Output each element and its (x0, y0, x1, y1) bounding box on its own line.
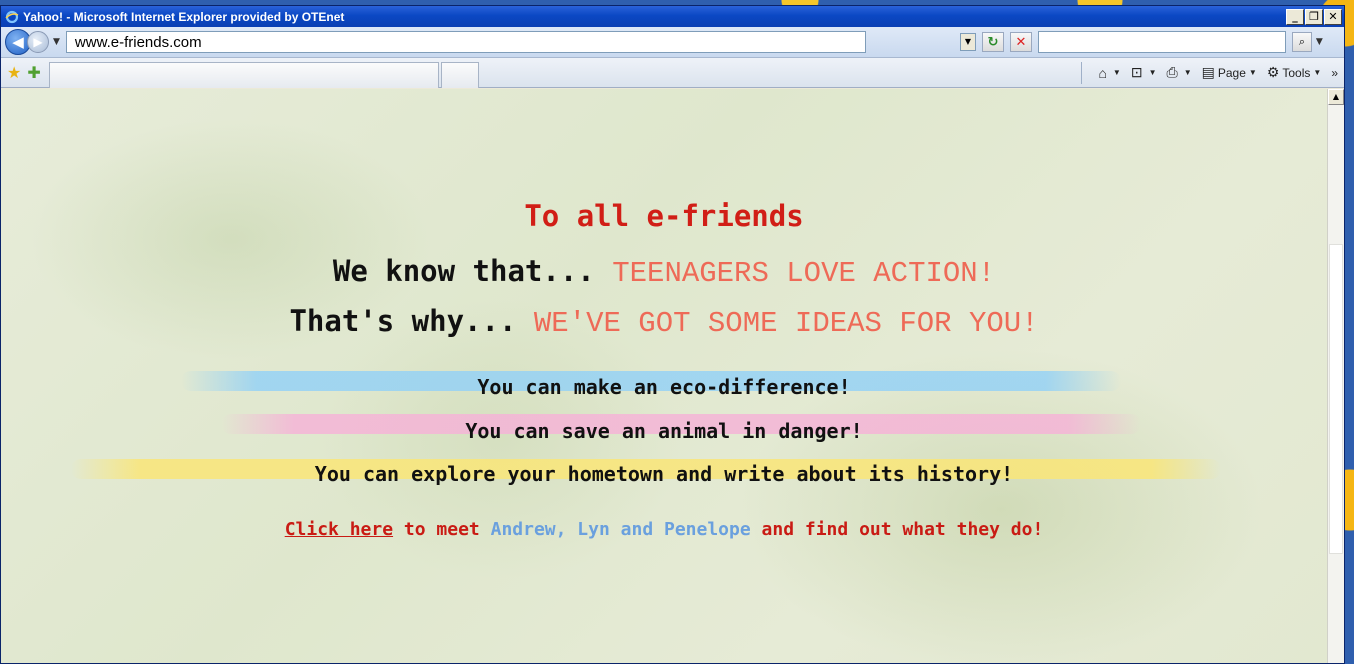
click-here-link[interactable]: Click here (285, 519, 393, 540)
home-button[interactable]: ⌂ ▼ (1098, 65, 1120, 81)
browser-window: Yahoo! - Microsoft Internet Explorer pro… (0, 5, 1345, 664)
window-controls: _ ❐ ✕ (1286, 8, 1342, 25)
scroll-thumb[interactable] (1329, 244, 1343, 554)
command-bar: ★ ✚ ⌂ ▼ ⊡ ▼ ⎙ ▼ ▤ Page ▼ ⚙ Tools ▼ » (1, 58, 1344, 88)
page-menu[interactable]: ▤ Page ▼ (1202, 64, 1257, 81)
chevron-right-double-icon: » (1331, 65, 1338, 80)
url-input[interactable]: www.e-friends.com (65, 31, 866, 53)
line3-accent: WE'VE GOT SOME IDEAS FOR YOU! (533, 307, 1039, 340)
internet-explorer-icon (5, 10, 19, 23)
search-input[interactable] (1037, 31, 1286, 53)
search-icon: ⌕ (1298, 35, 1305, 48)
chevron-down-icon: ▼ (1183, 68, 1192, 77)
idea-eco: You can make an eco-difference! (477, 375, 851, 399)
add-favorites-icon[interactable]: ✚ (27, 63, 40, 83)
chevron-down-icon: ▼ (1112, 68, 1121, 77)
url-dropdown-button[interactable]: ▼ (959, 33, 976, 51)
forward-arrow-icon: ▶ (33, 35, 43, 49)
line2-accent: TEENAGERS LOVE ACTION! (612, 257, 996, 290)
tab-current[interactable] (48, 61, 439, 88)
ideas-line: That's why... WE'VE GOT SOME IDEAS FOR Y… (1, 304, 1327, 340)
teenagers-line: We know that... TEENAGERS LOVE ACTION! (1, 254, 1327, 290)
page-content: To all e-friends We know that... TEENAGE… (1, 89, 1344, 663)
stop-button[interactable]: ✕ (1009, 32, 1032, 52)
stop-icon: ✕ (1015, 34, 1027, 50)
tools-menu[interactable]: ⚙ Tools ▼ (1267, 64, 1322, 81)
idea-hometown: You can explore your hometown and write … (314, 462, 1014, 486)
title-bar[interactable]: Yahoo! - Microsoft Internet Explorer pro… (1, 6, 1344, 27)
gear-icon: ⚙ (1266, 64, 1280, 80)
print-icon: ⎙ (1166, 64, 1178, 80)
forward-button[interactable]: ▶ (27, 31, 49, 53)
tools-menu-label: Tools (1282, 65, 1311, 80)
page-icon: ▤ (1201, 64, 1215, 80)
scroll-up-button[interactable]: ▲ (1328, 89, 1344, 105)
search-button[interactable]: ⌕ (1291, 32, 1312, 52)
favorites-star-icon[interactable]: ★ (7, 63, 21, 83)
vertical-scrollbar[interactable]: ▲ (1327, 89, 1344, 663)
cta-end-text: and find out what they do! (750, 519, 1044, 540)
refresh-icon: ↻ (987, 34, 999, 50)
search-options-dropdown-icon[interactable]: ▼ (1316, 37, 1323, 47)
back-arrow-icon: ◀ (12, 33, 24, 51)
cta-names: Andrew, Lyn and Penelope (490, 519, 751, 540)
chevron-down-icon: ▼ (1248, 68, 1257, 77)
window-title: Yahoo! - Microsoft Internet Explorer pro… (23, 9, 345, 24)
refresh-button[interactable]: ↻ (981, 32, 1004, 52)
command-separator (1081, 61, 1083, 84)
page-heading: To all e-friends (524, 199, 804, 233)
line2-prefix: We know that... (332, 254, 613, 288)
more-commands-button[interactable]: » (1331, 66, 1338, 80)
recent-pages-dropdown-icon[interactable]: ▼ (53, 37, 60, 47)
feeds-button[interactable]: ⊡ ▼ (1131, 64, 1157, 81)
print-button[interactable]: ⎙ ▼ (1167, 64, 1192, 81)
page-menu-label: Page (1217, 65, 1246, 80)
tab-new[interactable] (440, 61, 479, 88)
feeds-icon: ⊡ (1130, 64, 1143, 80)
close-button[interactable]: ✕ (1324, 8, 1342, 25)
web-page: To all e-friends We know that... TEENAGE… (1, 89, 1327, 663)
chevron-down-icon: ▼ (1313, 68, 1322, 77)
call-to-action: Click here to meet Andrew, Lyn and Penel… (1, 519, 1327, 540)
idea-animal: You can save an animal in danger! (465, 419, 863, 443)
line3-prefix: That's why... (289, 304, 534, 338)
minimize-button[interactable]: _ (1286, 8, 1304, 25)
cta-mid-text: to meet (393, 519, 491, 540)
home-icon: ⌂ (1098, 64, 1107, 81)
maximize-button[interactable]: ❐ (1305, 8, 1323, 25)
address-bar: ◀ ▶ ▼ www.e-friends.com ▼ ↻ ✕ ⌕ ▼ (1, 27, 1344, 58)
chevron-down-icon: ▼ (1148, 68, 1157, 77)
